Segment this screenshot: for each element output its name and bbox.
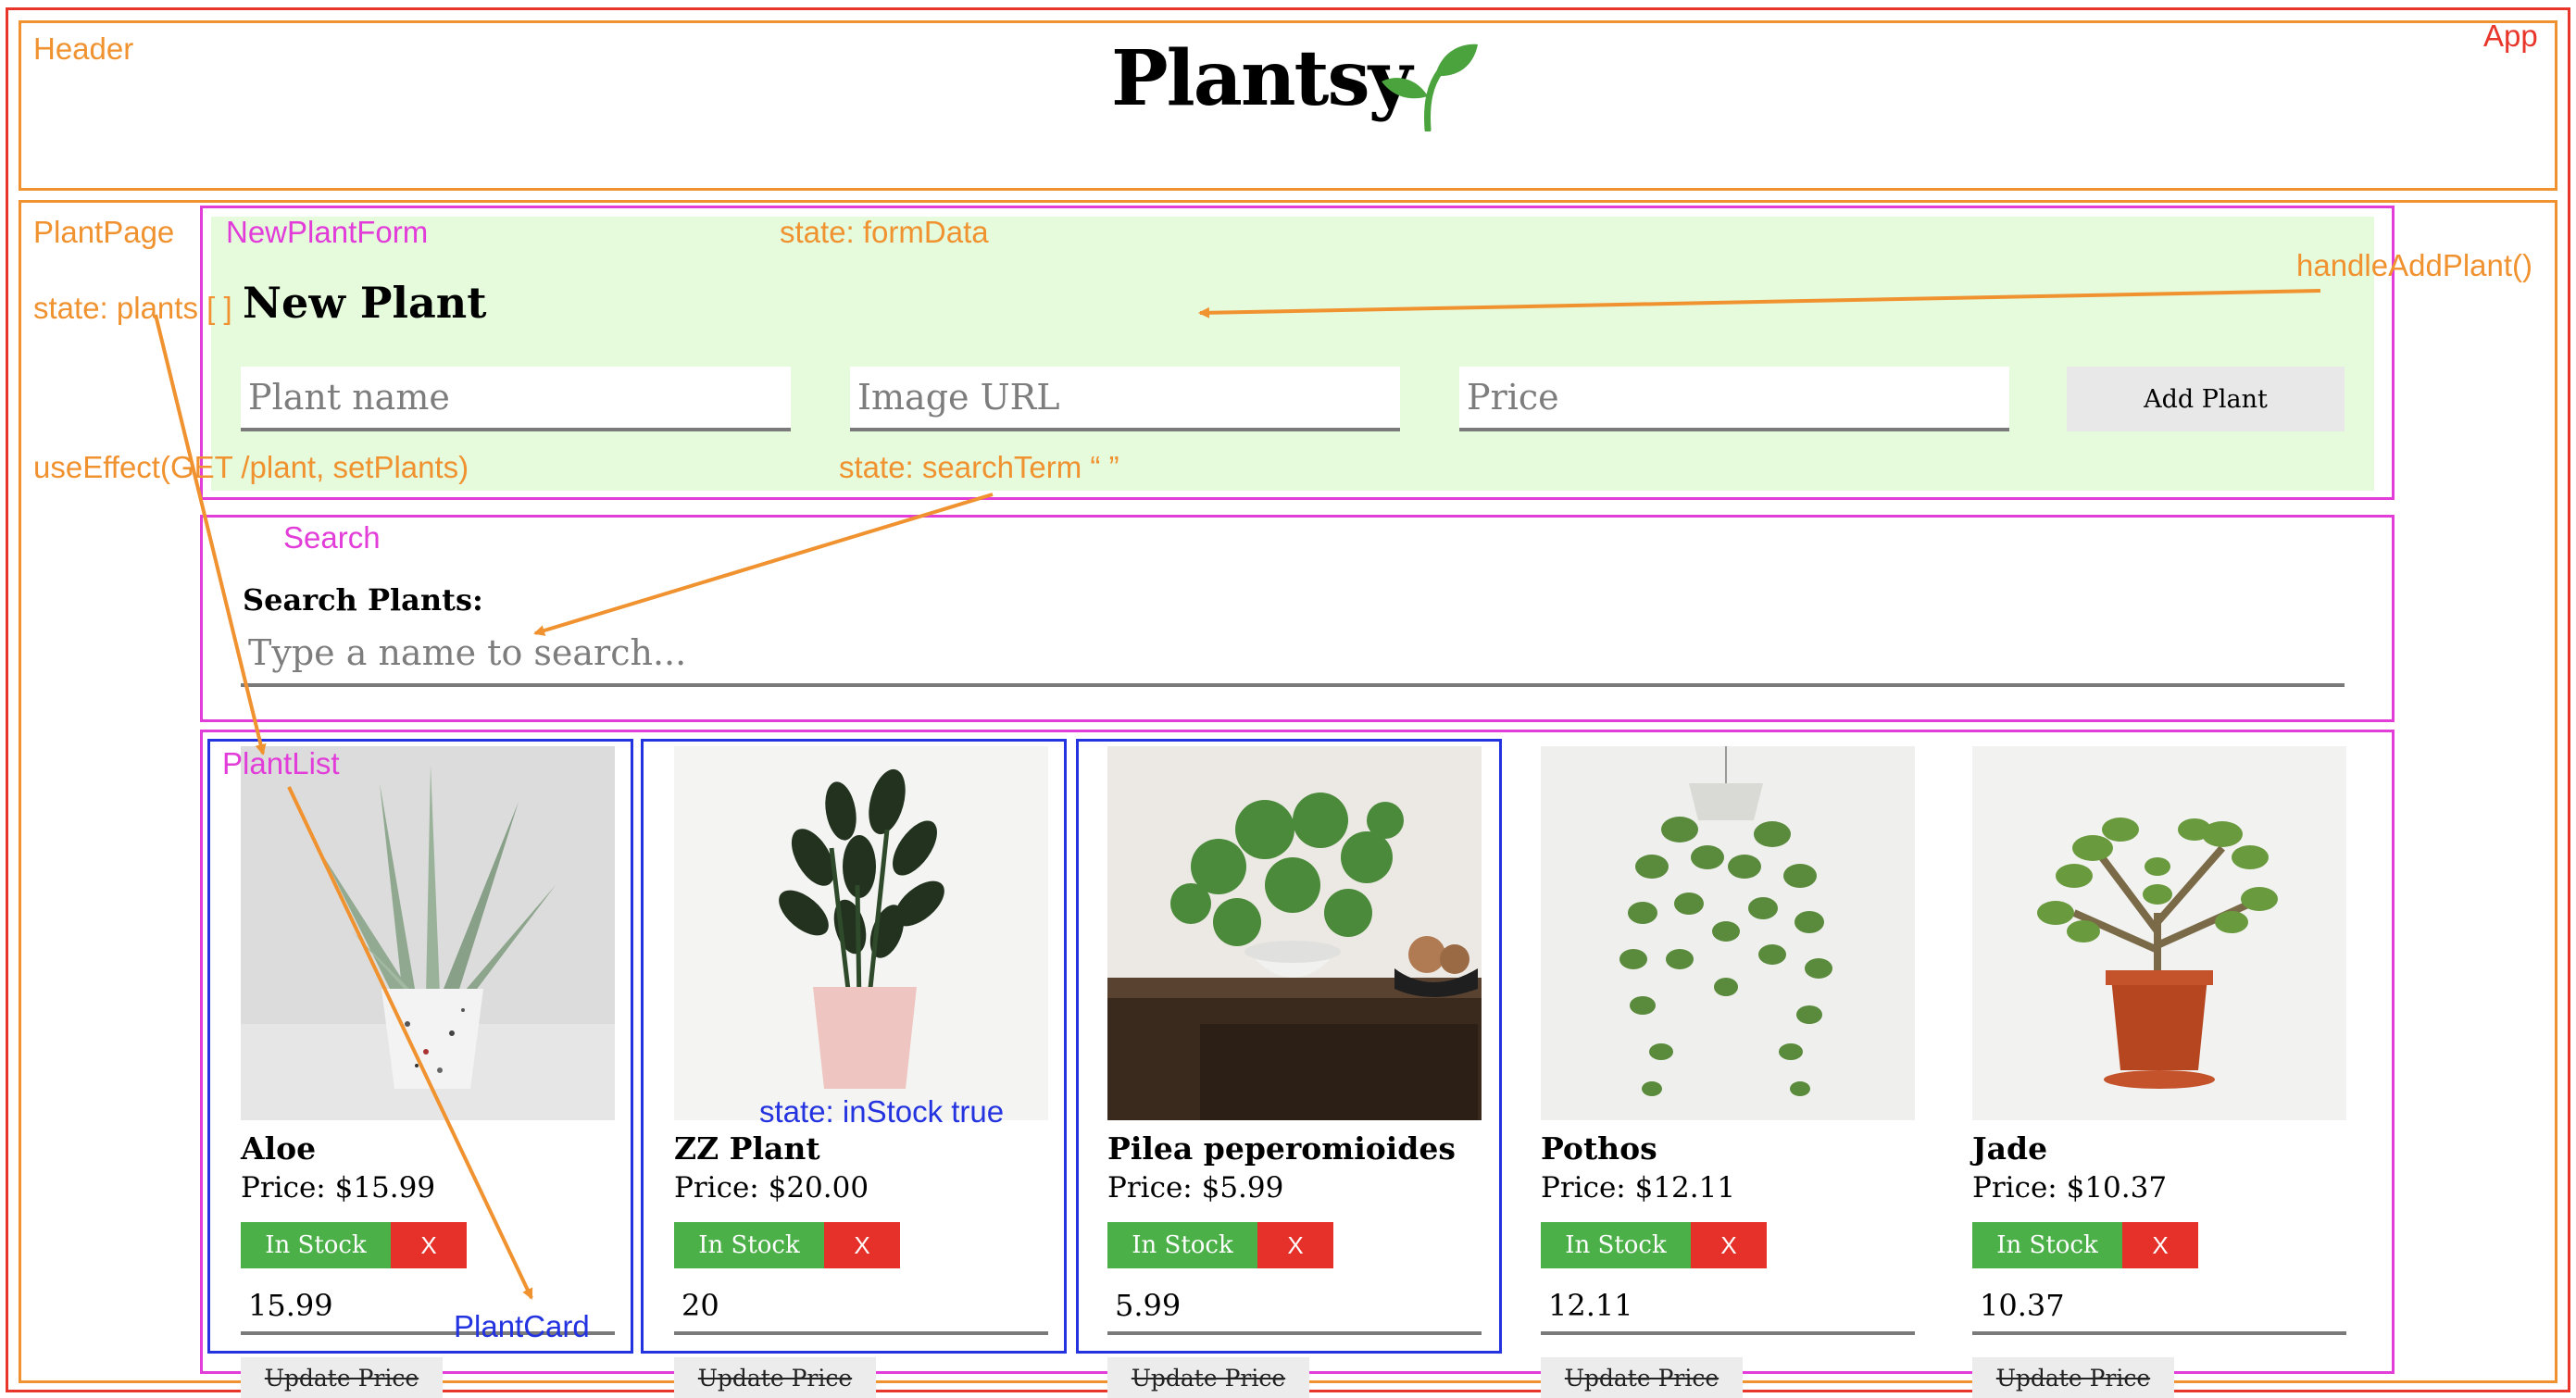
plants-state-annotation: state: plants [ ] bbox=[33, 291, 232, 325]
new-plant-form-annotation: NewPlantForm bbox=[226, 215, 429, 249]
plant-page-annotation: PlantPage bbox=[33, 215, 175, 249]
add-plant-button[interactable]: Add Plant bbox=[2067, 367, 2345, 431]
in-stock-button[interactable]: In Stock bbox=[1972, 1222, 2122, 1268]
plant-image-zz-plant bbox=[674, 746, 1048, 1120]
plant-image-jade bbox=[1972, 746, 2346, 1120]
in-stock-button[interactable]: In Stock bbox=[241, 1222, 391, 1268]
plant-price: Price: $10.37 bbox=[1972, 1171, 2168, 1205]
search-input[interactable] bbox=[241, 622, 2345, 687]
app-annotation: App bbox=[2483, 19, 2538, 53]
update-price-button[interactable]: Update Price bbox=[241, 1357, 443, 1398]
search-state-annotation: state: searchTerm “ ” bbox=[839, 450, 1119, 484]
use-effect-annotation: useEffect(GET /plant, setPlants) bbox=[33, 450, 469, 484]
plant-price: Price: $12.11 bbox=[1541, 1171, 1736, 1205]
plant-name: ZZ Plant bbox=[674, 1130, 820, 1167]
plant-name: Jade bbox=[1972, 1130, 2048, 1167]
form-state-annotation: state: formData bbox=[780, 215, 989, 249]
delete-button[interactable]: X bbox=[391, 1222, 467, 1268]
plant-list-annotation: PlantList bbox=[222, 746, 340, 780]
search-outline bbox=[200, 515, 2395, 722]
search-label: Search Plants: bbox=[243, 582, 483, 618]
plant-name: Aloe bbox=[241, 1130, 317, 1167]
plant-price: Price: $15.99 bbox=[241, 1171, 436, 1205]
update-price-button[interactable]: Update Price bbox=[674, 1357, 876, 1398]
in-stock-state-annotation: state: inStock true bbox=[759, 1094, 1005, 1129]
plant-image-pilea bbox=[1107, 746, 1482, 1120]
delete-button[interactable]: X bbox=[1257, 1222, 1333, 1268]
plant-name-input[interactable] bbox=[241, 367, 791, 431]
plant-image-aloe bbox=[241, 746, 615, 1120]
plant-price: Price: $20.00 bbox=[674, 1171, 869, 1205]
delete-button[interactable]: X bbox=[1691, 1222, 1767, 1268]
update-price-input[interactable] bbox=[1541, 1279, 1915, 1335]
plant-image-pothos bbox=[1541, 746, 1915, 1120]
update-price-input[interactable] bbox=[1107, 1279, 1482, 1335]
delete-button[interactable]: X bbox=[824, 1222, 900, 1268]
form-title: New Plant bbox=[243, 278, 487, 328]
in-stock-button[interactable]: In Stock bbox=[1541, 1222, 1691, 1268]
in-stock-button[interactable]: In Stock bbox=[1107, 1222, 1257, 1268]
image-url-input[interactable] bbox=[850, 367, 1400, 431]
sprout-icon bbox=[1382, 44, 1478, 131]
update-price-input[interactable] bbox=[1972, 1279, 2346, 1335]
app-title: Plantsy bbox=[1111, 34, 1412, 123]
update-price-button[interactable]: Update Price bbox=[1541, 1357, 1743, 1398]
header-annotation: Header bbox=[33, 31, 134, 66]
handle-add-annotation: handleAddPlant() bbox=[2296, 248, 2533, 282]
new-plant-form bbox=[211, 217, 2374, 491]
in-stock-button[interactable]: In Stock bbox=[674, 1222, 824, 1268]
update-price-button[interactable]: Update Price bbox=[1107, 1357, 1309, 1398]
price-input[interactable] bbox=[1459, 367, 2009, 431]
plant-name: Pothos bbox=[1541, 1130, 1657, 1167]
update-price-input[interactable] bbox=[674, 1279, 1048, 1335]
plant-name: Pilea peperomioides bbox=[1107, 1130, 1456, 1167]
search-annotation: Search bbox=[283, 520, 381, 555]
plant-price: Price: $5.99 bbox=[1107, 1171, 1284, 1205]
plant-card-annotation: PlantCard bbox=[454, 1309, 590, 1343]
delete-button[interactable]: X bbox=[2122, 1222, 2198, 1268]
update-price-button[interactable]: Update Price bbox=[1972, 1357, 2174, 1398]
